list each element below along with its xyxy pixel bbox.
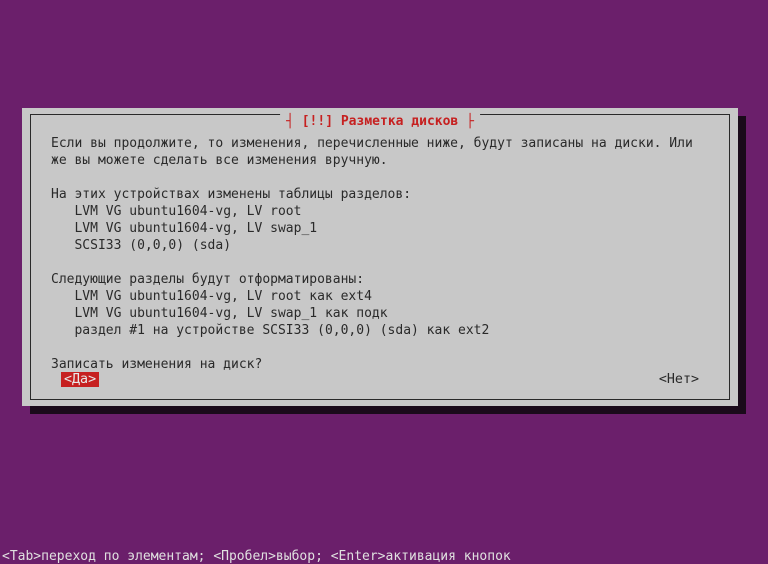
- dialog-border: ┤ [!!] Разметка дисков ├ Если вы продолж…: [30, 114, 730, 400]
- button-row: <Да> <Нет>: [61, 372, 699, 387]
- changed-item: LVM VG ubuntu1604-vg, LV root: [74, 204, 301, 219]
- dialog-body: Если вы продолжите, то изменения, перечи…: [51, 135, 709, 387]
- dialog-question: Записать изменения на диск?: [51, 357, 262, 372]
- format-item: раздел #1 на устройстве SCSI33 (0,0,0) (…: [74, 323, 489, 338]
- no-button[interactable]: <Нет>: [659, 372, 699, 387]
- format-item: LVM VG ubuntu1604-vg, LV swap_1 как подк: [74, 306, 387, 321]
- yes-button[interactable]: <Да>: [61, 372, 99, 387]
- partition-dialog: ┤ [!!] Разметка дисков ├ Если вы продолж…: [22, 108, 738, 406]
- changed-heading: На этих устройствах изменены таблицы раз…: [51, 187, 411, 202]
- format-item: LVM VG ubuntu1604-vg, LV root как ext4: [74, 289, 371, 304]
- dialog-intro: Если вы продолжите, то изменения, перечи…: [51, 136, 701, 168]
- changed-item: SCSI33 (0,0,0) (sda): [74, 238, 231, 253]
- changed-item: LVM VG ubuntu1604-vg, LV swap_1: [74, 221, 317, 236]
- format-heading: Следующие разделы будут отформатированы:: [51, 272, 364, 287]
- dialog-title-text: [!!] Разметка дисков: [302, 114, 459, 129]
- footer-hint: <Tab>переход по элементам; <Пробел>выбор…: [2, 549, 511, 564]
- dialog-title: ┤ [!!] Разметка дисков ├: [280, 114, 480, 129]
